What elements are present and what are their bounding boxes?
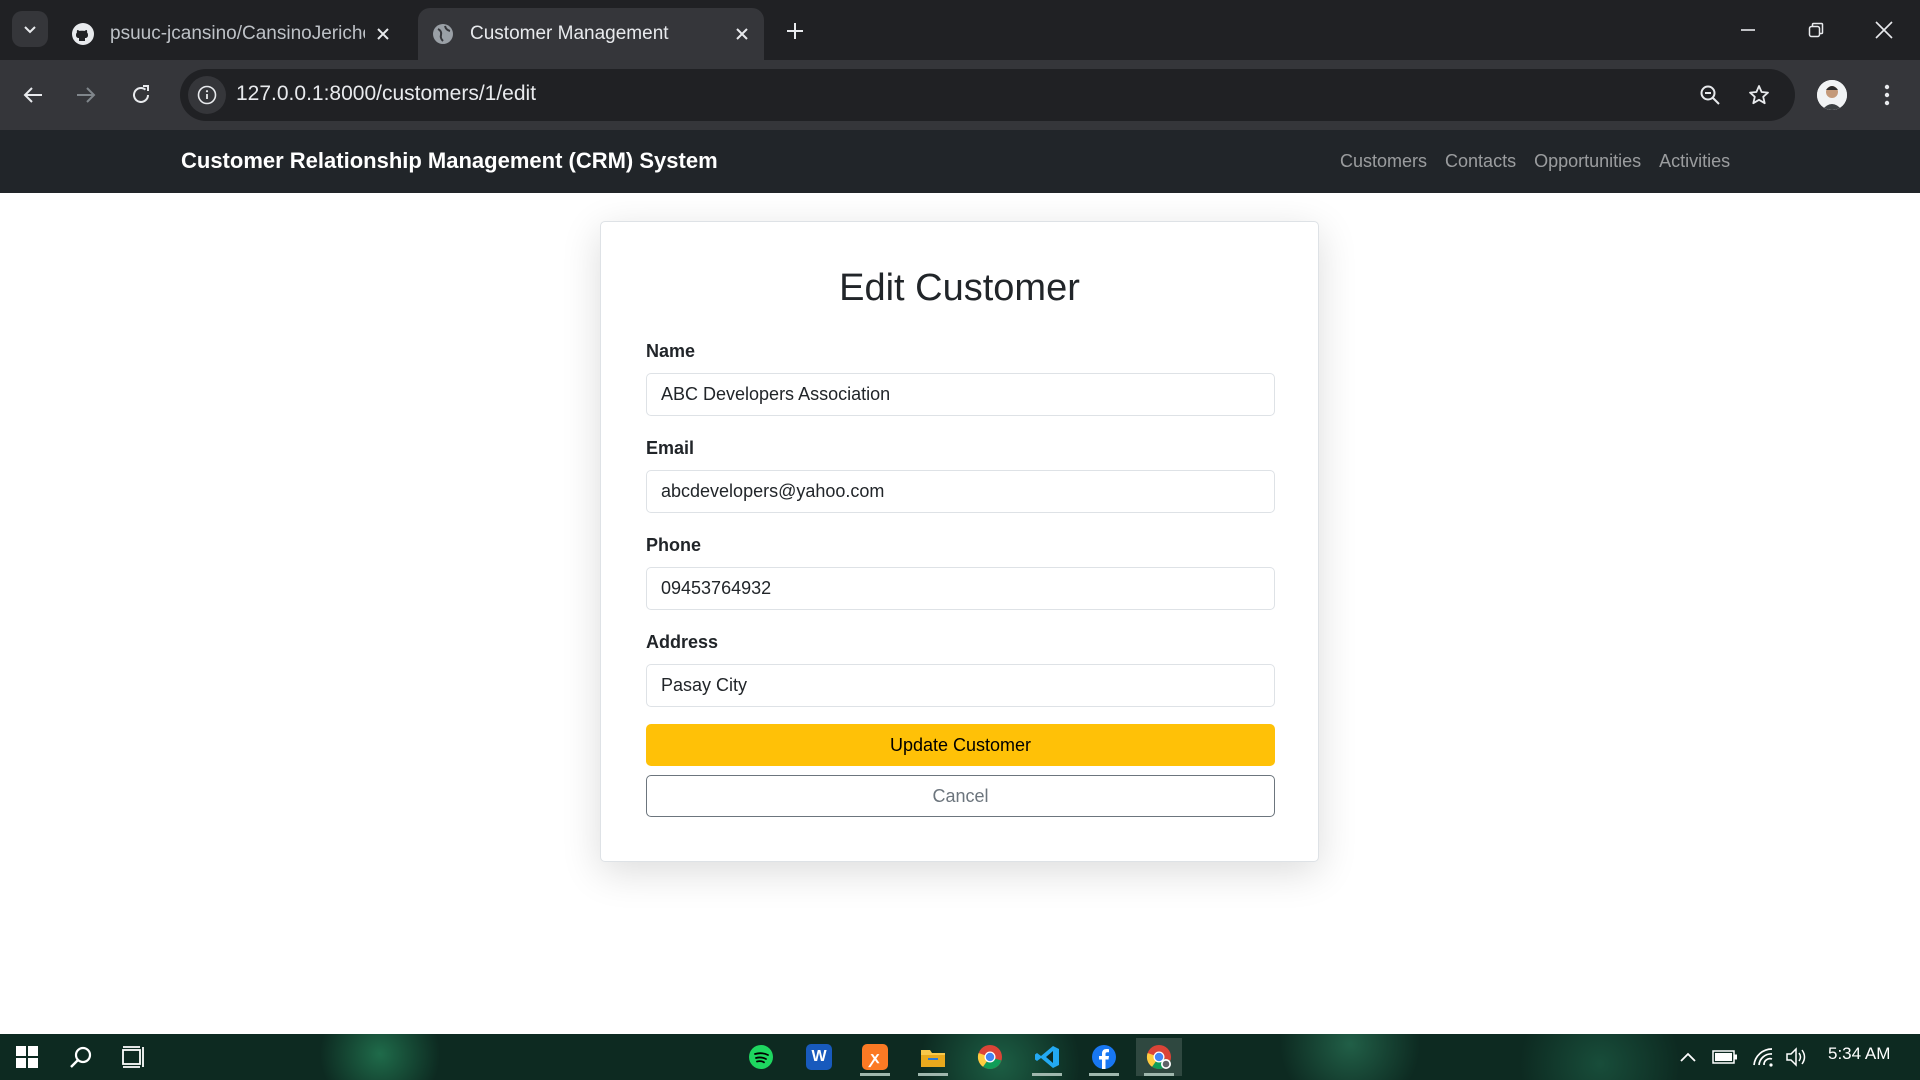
- windows-icon: [16, 1046, 38, 1068]
- tab-github[interactable]: psuuc-jcansino/CansinoJericho: [60, 8, 405, 60]
- email-label: Email: [646, 438, 695, 458]
- close-icon: [1875, 21, 1893, 39]
- nav-links: Customers Contacts Opportunities Activit…: [1340, 151, 1730, 172]
- wifi-icon: [1753, 1048, 1773, 1067]
- name-label: Name: [646, 341, 696, 361]
- url-text: 127.0.0.1:8000/customers/1/edit: [236, 82, 537, 105]
- browser-toolbar: 127.0.0.1:8000/customers/1/edit: [0, 60, 1920, 130]
- email-input[interactable]: abcdevelopers@yahoo.com: [646, 470, 1275, 513]
- nav-link-activities[interactable]: Activities: [1659, 151, 1730, 172]
- app-navbar: Customer Relationship Management (CRM) S…: [0, 130, 1920, 193]
- taskbar-chrome-active[interactable]: [1136, 1038, 1182, 1076]
- page-title: Edit Customer: [839, 267, 1080, 309]
- volume-control[interactable]: [1782, 1042, 1812, 1072]
- address-input[interactable]: Pasay City: [646, 664, 1275, 707]
- tab-title: Customer Management: [470, 23, 669, 44]
- taskbar-word[interactable]: W: [796, 1038, 842, 1076]
- globe-icon: [430, 21, 456, 47]
- app-brand[interactable]: Customer Relationship Management (CRM) S…: [181, 148, 718, 174]
- task-view-icon: [122, 1046, 144, 1068]
- word-icon: W: [806, 1044, 832, 1070]
- minimize-icon: [1741, 29, 1755, 31]
- chevron-down-icon: [24, 26, 36, 34]
- tab-search-button[interactable]: [12, 11, 48, 47]
- nav-link-opportunities[interactable]: Opportunities: [1534, 151, 1641, 172]
- more-vertical-icon: [1884, 84, 1890, 106]
- bookmark-button[interactable]: [1743, 79, 1775, 111]
- update-customer-button[interactable]: Update Customer: [646, 724, 1275, 766]
- search-icon: [70, 1046, 92, 1068]
- taskbar-xampp[interactable]: ꭗ: [852, 1038, 898, 1076]
- xampp-icon: ꭗ: [862, 1044, 888, 1070]
- taskbar-spotify[interactable]: [738, 1038, 784, 1076]
- zoom-out-icon: [1700, 85, 1720, 105]
- profile-avatar[interactable]: [1817, 80, 1847, 110]
- tab-title: psuuc-jcansino/CansinoJericho: [110, 23, 365, 44]
- minimize-button[interactable]: [1714, 0, 1782, 60]
- chrome-icon: [977, 1045, 1002, 1069]
- forward-button[interactable]: [66, 75, 106, 115]
- arrow-right-icon: [77, 87, 96, 103]
- reload-button[interactable]: [121, 75, 161, 115]
- new-tab-button[interactable]: [776, 12, 814, 50]
- address-bar[interactable]: 127.0.0.1:8000/customers/1/edit: [180, 69, 1795, 121]
- vscode-icon: [1035, 1046, 1059, 1068]
- github-icon: [70, 21, 96, 47]
- tab-customer-management[interactable]: Customer Management: [418, 8, 764, 60]
- taskbar-file-explorer[interactable]: [910, 1038, 956, 1076]
- file-explorer-icon: [921, 1050, 945, 1067]
- windows-taskbar: W ꭗ 5:34 AM: [0, 1034, 1920, 1080]
- close-tab-icon[interactable]: [365, 16, 401, 52]
- phone-input[interactable]: 09453764932: [646, 567, 1275, 610]
- system-clock[interactable]: 5:34 AM: [1828, 1044, 1890, 1064]
- taskbar-vscode[interactable]: [1024, 1038, 1070, 1076]
- taskbar-facebook[interactable]: [1081, 1038, 1127, 1076]
- site-info-button[interactable]: [188, 76, 226, 114]
- avatar-icon: [1817, 80, 1847, 110]
- chrome-active-icon: [1146, 1045, 1171, 1069]
- restore-button[interactable]: [1782, 0, 1850, 60]
- browser-tab-strip: psuuc-jcansino/CansinoJericho Customer M…: [0, 0, 1920, 60]
- cancel-button[interactable]: Cancel: [646, 775, 1275, 817]
- close-window-button[interactable]: [1850, 0, 1918, 60]
- taskbar-search-button[interactable]: [58, 1038, 104, 1076]
- star-icon: [1749, 85, 1769, 105]
- edit-customer-card: Edit Customer Name ABC Developers Associ…: [600, 221, 1319, 862]
- speaker-icon: [1786, 1047, 1806, 1067]
- browser-menu-button[interactable]: [1872, 78, 1902, 112]
- taskbar-chrome[interactable]: [967, 1038, 1013, 1076]
- name-input[interactable]: ABC Developers Association: [646, 373, 1275, 416]
- arrow-left-icon: [23, 87, 42, 103]
- nav-link-contacts[interactable]: Contacts: [1445, 151, 1516, 172]
- back-button[interactable]: [13, 75, 53, 115]
- battery-icon: [1712, 1050, 1737, 1064]
- nav-link-customers[interactable]: Customers: [1340, 151, 1427, 172]
- phone-label: Phone: [646, 535, 702, 555]
- plus-icon: [787, 23, 803, 39]
- chevron-up-icon: [1680, 1052, 1696, 1062]
- close-tab-icon[interactable]: [724, 16, 760, 52]
- reload-icon: [133, 85, 149, 103]
- start-button[interactable]: [4, 1038, 50, 1076]
- zoom-button[interactable]: [1694, 79, 1726, 111]
- restore-icon: [1808, 22, 1824, 38]
- facebook-icon: [1092, 1045, 1116, 1069]
- spotify-icon: [749, 1045, 773, 1069]
- task-view-button[interactable]: [112, 1038, 158, 1076]
- battery-status[interactable]: [1710, 1042, 1740, 1072]
- show-hidden-icons-button[interactable]: [1676, 1042, 1700, 1072]
- info-icon: [197, 85, 217, 105]
- address-label: Address: [646, 632, 719, 652]
- network-status[interactable]: [1748, 1042, 1778, 1072]
